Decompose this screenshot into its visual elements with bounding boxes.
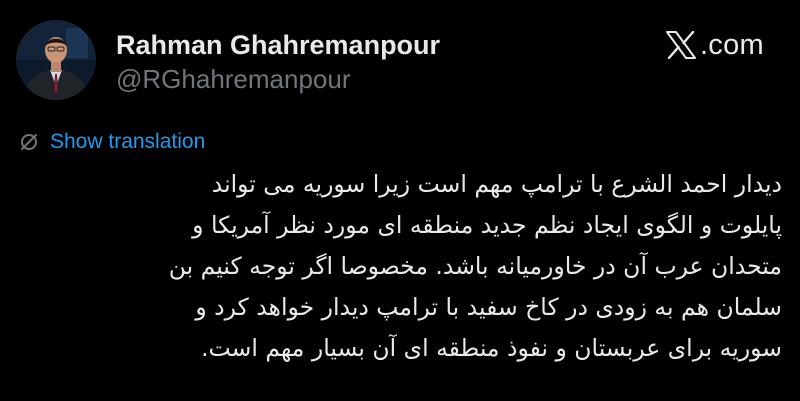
x-logo-icon bbox=[665, 31, 696, 59]
show-translation-link[interactable]: Show translation bbox=[18, 128, 205, 156]
tweet-text-line: متحدان عرب آن در خاورمیانه باشد. مخصوصا … bbox=[168, 252, 782, 280]
tweet-text: دیدار احمد الشرع با ترامپ مهم است زیرا س… bbox=[18, 164, 782, 369]
author-display-name[interactable]: Rahman Ghahremanpour bbox=[116, 28, 440, 62]
author-handle[interactable]: @RGhahremanpour bbox=[116, 63, 351, 95]
brand-domain-text: .com bbox=[699, 29, 764, 61]
tweet-text-line: سوریه برای عربستان و نفوذ منطقه ای آن بس… bbox=[201, 334, 782, 362]
show-translation-label[interactable]: Show translation bbox=[50, 128, 205, 156]
tweet-text-line: دیدار احمد الشرع با ترامپ مهم است زیرا س… bbox=[211, 170, 782, 198]
x-brand: .com bbox=[665, 28, 764, 62]
globe-translate-icon bbox=[21, 134, 37, 150]
profile-photo-icon bbox=[16, 20, 96, 100]
avatar[interactable] bbox=[16, 20, 96, 100]
tweet-text-line: سلمان هم به زودی در کاخ سفید با ترامپ دی… bbox=[195, 293, 782, 321]
tweet-text-line: پایلوت و الگوی ایجاد نظم جدید منطقه ای م… bbox=[192, 211, 782, 239]
